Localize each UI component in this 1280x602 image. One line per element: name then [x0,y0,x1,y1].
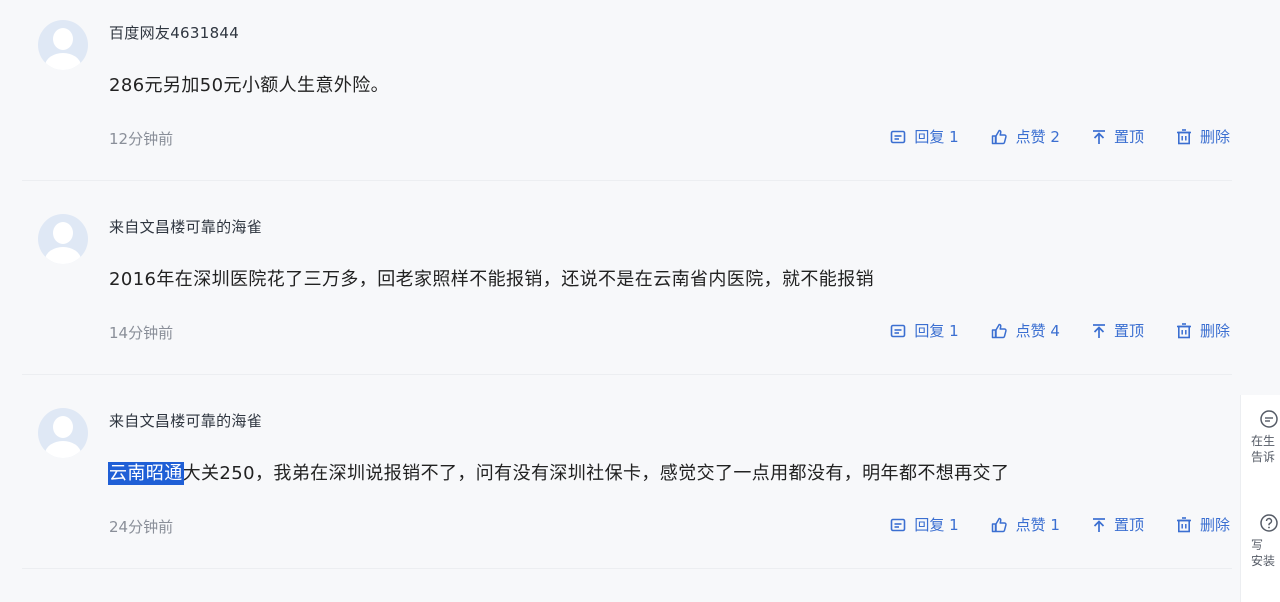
comment-actions: 回复 1 点赞 1 置顶 删除 [890,514,1230,535]
comment-username[interactable]: 来自文昌楼可靠的海雀 [109,410,262,431]
reply-label: 回复 1 [914,128,959,146]
delete-label: 删除 [1199,128,1230,146]
comment-item: 百度网友4631844 286元另加50元小额人生意外险。 12分钟前 回复 1… [22,0,1232,181]
pin-button[interactable]: 置顶 [1092,514,1144,535]
reply-button[interactable]: 回复 1 [890,514,959,535]
side-item-help[interactable]: 写 安装 [1251,513,1280,569]
reply-icon [891,324,906,337]
trash-icon [1176,516,1191,532]
delete-button[interactable]: 删除 [1176,514,1230,535]
trash-icon [1176,128,1191,144]
reply-button[interactable]: 回复 1 [890,320,959,341]
comment-time: 14分钟前 [109,324,174,342]
pin-label: 置顶 [1113,128,1144,146]
comment-actions: 回复 1 点赞 4 置顶 删除 [890,320,1230,341]
comment-list: 百度网友4631844 286元另加50元小额人生意外险。 12分钟前 回复 1… [22,0,1232,569]
comment-item: 来自文昌楼可靠的海雀 2016年在深圳医院花了三万多，回老家照样不能报销，还说不… [22,194,1232,375]
pin-top-icon [1092,129,1105,144]
comment-icon [1260,410,1278,428]
help-icon [1260,514,1278,532]
delete-label: 删除 [1199,516,1230,534]
comment-time: 12分钟前 [109,130,174,148]
comment-text: 286元另加50元小额人生意外险。 [109,75,390,96]
trash-icon [1176,322,1191,338]
delete-button[interactable]: 删除 [1176,320,1230,341]
comment-actions: 回复 1 点赞 2 置顶 删除 [890,126,1230,147]
reply-label: 回复 1 [914,322,959,340]
like-button[interactable]: 点赞 4 [991,320,1060,341]
avatar[interactable] [38,408,88,458]
like-label: 点赞 4 [1015,322,1060,340]
delete-button[interactable]: 删除 [1176,126,1230,147]
comment-username[interactable]: 百度网友4631844 [109,22,239,43]
comment-text: 云南昭通大关250，我弟在深圳说报销不了，问有没有深圳社保卡，感觉交了一点用都没… [108,459,1010,485]
pin-label: 置顶 [1113,322,1144,340]
like-button[interactable]: 点赞 1 [991,514,1060,535]
like-label: 点赞 1 [1015,516,1060,534]
reply-button[interactable]: 回复 1 [890,126,959,147]
thumbs-up-icon [991,323,1007,338]
side-item-line: 告诉 [1251,450,1276,464]
like-button[interactable]: 点赞 2 [991,126,1060,147]
pin-label: 置顶 [1113,516,1144,534]
thumbs-up-icon [991,517,1007,532]
thumbs-up-icon [991,129,1007,144]
avatar[interactable] [38,214,88,264]
pin-top-icon [1092,517,1105,532]
comment-text-rest: 大关250，我弟在深圳说报销不了，问有没有深圳社保卡，感觉交了一点用都没有，明年… [182,463,1010,484]
side-item-feedback[interactable]: 在生 告诉 [1251,409,1280,465]
side-item-line: 写 [1251,538,1264,552]
comment-username[interactable]: 来自文昌楼可靠的海雀 [109,216,262,237]
comment-time: 24分钟前 [109,518,174,536]
side-item-line: 在生 [1251,434,1276,448]
reply-icon [891,130,906,143]
side-panel: 在生 告诉 写 安装 [1240,395,1280,602]
reply-icon [891,518,906,531]
like-label: 点赞 2 [1015,128,1060,146]
reply-label: 回复 1 [914,516,959,534]
page: 百度网友4631844 286元另加50元小额人生意外险。 12分钟前 回复 1… [0,0,1280,602]
pin-button[interactable]: 置顶 [1092,126,1144,147]
comment-item: 来自文昌楼可靠的海雀 云南昭通大关250，我弟在深圳说报销不了，问有没有深圳社保… [22,388,1232,569]
selected-text: 云南昭通 [108,462,184,485]
side-item-line: 安装 [1251,554,1276,568]
pin-button[interactable]: 置顶 [1092,320,1144,341]
comment-text: 2016年在深圳医院花了三万多，回老家照样不能报销，还说不是在云南省内医院，就不… [109,269,875,290]
pin-top-icon [1092,323,1105,338]
delete-label: 删除 [1199,322,1230,340]
avatar[interactable] [38,20,88,70]
